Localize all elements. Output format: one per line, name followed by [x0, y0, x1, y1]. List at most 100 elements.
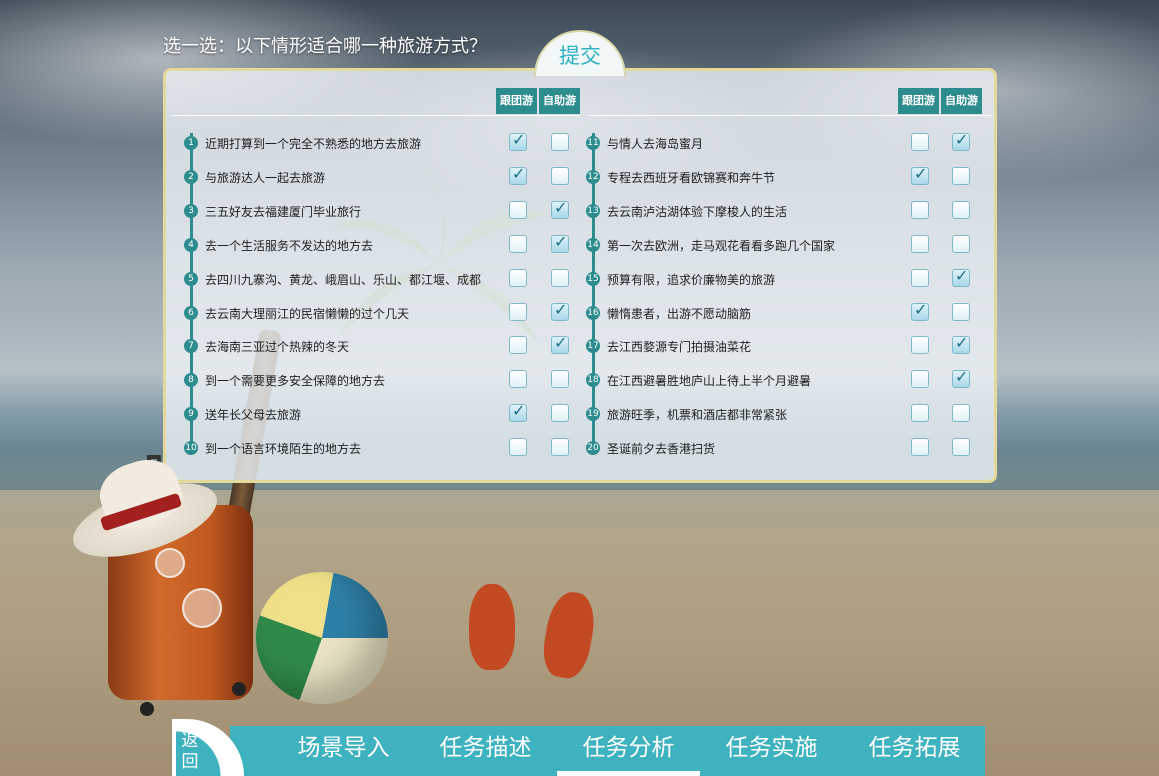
item-number: 17 — [586, 339, 600, 354]
group-tour-checkbox[interactable]: ✓ — [509, 370, 527, 389]
list-item: 7 去海南三亚过个热辣的冬天 ✓ ✓ — [166, 330, 584, 364]
item-number: 11 — [586, 136, 600, 150]
item-text: 到一个语言环境陌生的地方去 — [205, 442, 362, 457]
item-text: 懒惰患者，出游不愿动脑筋 — [607, 306, 752, 321]
item-text: 到一个需要更多安全保障的地方去 — [205, 374, 386, 389]
item-number: 9 — [184, 407, 198, 422]
item-number: 4 — [184, 237, 198, 252]
header-divider — [172, 115, 580, 116]
header-divider — [588, 115, 992, 116]
self-tour-checkbox[interactable]: ✓ — [551, 404, 569, 423]
group-tour-checkbox[interactable]: ✓ — [911, 438, 929, 457]
list-item: 18 在江西避暑胜地庐山上待上半个月避暑 ✓ ✓ — [584, 364, 1000, 398]
item-text: 旅游旺季，机票和酒店都非常紧张 — [607, 408, 788, 423]
group-tour-checkbox[interactable]: ✓ — [911, 300, 929, 321]
list-item: 5 去四川九寨沟、黄龙、峨眉山、乐山、都江堰、成都 ✓ ✓ — [166, 263, 584, 297]
item-text: 去一个生活服务不发达的地方去 — [205, 238, 374, 253]
item-number: 3 — [184, 203, 198, 218]
item-number: 13 — [586, 203, 600, 218]
check-icon: ✓ — [914, 163, 928, 183]
header-group-tour: 跟团游 — [496, 88, 537, 114]
list-item: 4 去一个生活服务不发达的地方去 ✓ ✓ — [166, 229, 584, 263]
check-icon: ✓ — [554, 299, 568, 319]
item-text: 近期打算到一个完全不熟悉的地方去旅游 — [205, 137, 422, 151]
self-tour-checkbox[interactable]: ✓ — [952, 302, 970, 321]
item-number: 19 — [586, 407, 600, 422]
suitcase-sticker — [155, 548, 185, 578]
item-text: 圣诞前夕去香港扫货 — [607, 442, 716, 457]
group-tour-checkbox[interactable]: ✓ — [509, 302, 527, 321]
list-item: 8 到一个需要更多安全保障的地方去 ✓ ✓ — [166, 364, 584, 398]
self-tour-checkbox[interactable]: ✓ — [551, 299, 569, 321]
check-icon: ✓ — [955, 130, 969, 149]
submit-button[interactable]: 提交 — [534, 30, 626, 76]
header-self-tour: 自助游 — [941, 88, 982, 114]
item-number: 12 — [586, 169, 600, 184]
list-item: 1 近期打算到一个完全不熟悉的地方去旅游 ✓ ✓ — [166, 127, 584, 161]
item-text: 去四川九寨沟、黄龙、峨眉山、乐山、都江堰、成都 — [205, 272, 482, 287]
group-tour-checkbox[interactable]: ✓ — [509, 438, 527, 457]
group-tour-checkbox[interactable]: ✓ — [911, 133, 929, 151]
self-tour-checkbox[interactable]: ✓ — [952, 404, 970, 423]
group-tour-checkbox[interactable]: ✓ — [911, 370, 929, 389]
group-tour-checkbox[interactable]: ✓ — [509, 200, 527, 219]
item-number: 14 — [586, 237, 600, 252]
group-tour-checkbox[interactable]: ✓ — [509, 131, 527, 151]
nav-task-description[interactable]: 任务描述 — [414, 726, 557, 776]
back-button-label[interactable]: 返回 — [179, 731, 201, 773]
group-tour-checkbox[interactable]: ✓ — [911, 200, 929, 219]
item-number: 20 — [586, 441, 600, 456]
self-tour-checkbox[interactable]: ✓ — [551, 166, 569, 185]
list-item: 19 旅游旺季，机票和酒店都非常紧张 ✓ ✓ — [584, 398, 1000, 432]
group-tour-checkbox[interactable]: ✓ — [911, 404, 929, 423]
list-item: 3 三五好友去福建厦门毕业旅行 ✓ ✓ — [166, 195, 584, 229]
group-tour-checkbox[interactable]: ✓ — [509, 268, 527, 287]
self-tour-checkbox[interactable]: ✓ — [952, 333, 970, 355]
item-text: 去江西婺源专门拍摄油菜花 — [607, 340, 752, 355]
list-item: 13 去云南泸沽湖体验下摩梭人的生活 ✓ ✓ — [584, 195, 1000, 229]
nav-task-extension[interactable]: 任务拓展 — [843, 726, 986, 776]
self-tour-checkbox[interactable]: ✓ — [551, 370, 569, 389]
group-tour-checkbox[interactable]: ✓ — [911, 268, 929, 287]
nav-task-analysis[interactable]: 任务分析 — [557, 726, 700, 776]
flip-flop-decoration — [469, 584, 515, 670]
quiz-panel: 跟团游 自助游 1 近期打算到一个完全不熟悉的地方去旅游 ✓ ✓ 2 与旅游达人一起去旅游… — [163, 68, 997, 483]
self-tour-checkbox[interactable]: ✓ — [551, 232, 569, 253]
self-tour-checkbox[interactable]: ✓ — [952, 438, 970, 457]
item-text: 去云南大理丽江的民宿懒懒的过个几天 — [205, 306, 410, 321]
group-tour-checkbox[interactable]: ✓ — [509, 234, 527, 253]
list-item: 17 去江西婺源专门拍摄油菜花 ✓ ✓ — [584, 330, 1000, 364]
list-item: 9 送年长父母去旅游 ✓ ✓ — [166, 398, 584, 432]
self-tour-checkbox[interactable]: ✓ — [551, 198, 569, 219]
list-item: 6 去云南大理丽江的民宿懒懒的过个几天 ✓ ✓ — [166, 297, 584, 331]
group-tour-checkbox[interactable]: ✓ — [509, 163, 527, 185]
item-text: 预算有限，追求价廉物美的旅游 — [607, 272, 776, 287]
group-tour-checkbox[interactable]: ✓ — [509, 336, 527, 355]
item-number: 8 — [184, 373, 198, 388]
group-tour-checkbox[interactable]: ✓ — [911, 336, 929, 355]
header-group-tour: 跟团游 — [898, 88, 939, 114]
group-tour-checkbox[interactable]: ✓ — [509, 402, 527, 423]
item-text: 在江西避暑胜地庐山上待上半个月避暑 — [607, 374, 812, 389]
group-tour-checkbox[interactable]: ✓ — [911, 234, 929, 253]
nav-task-implementation[interactable]: 任务实施 — [700, 726, 843, 776]
self-tour-checkbox[interactable]: ✓ — [952, 166, 970, 185]
self-tour-checkbox[interactable]: ✓ — [551, 334, 569, 355]
self-tour-checkbox[interactable]: ✓ — [952, 130, 970, 151]
item-text: 去海南三亚过个热辣的冬天 — [205, 340, 350, 355]
group-tour-checkbox[interactable]: ✓ — [911, 163, 929, 185]
check-icon: ✓ — [955, 265, 969, 285]
self-tour-checkbox[interactable]: ✓ — [952, 265, 970, 287]
self-tour-checkbox[interactable]: ✓ — [952, 234, 970, 253]
item-text: 与情人去海岛蜜月 — [607, 137, 704, 151]
self-tour-checkbox[interactable]: ✓ — [551, 133, 569, 151]
self-tour-checkbox[interactable]: ✓ — [952, 368, 970, 389]
self-tour-checkbox[interactable]: ✓ — [551, 438, 569, 457]
check-icon: ✓ — [955, 333, 969, 353]
self-tour-checkbox[interactable]: ✓ — [551, 268, 569, 287]
right-column: 跟团游 自助游 11与情人去海岛蜜月✓✓12专程去西班牙看欧锦赛和奔牛节✓✓13… — [584, 71, 1000, 480]
header-self-tour: 自助游 — [539, 88, 580, 114]
check-icon: ✓ — [512, 163, 526, 183]
nav-scene-intro[interactable]: 场景导入 — [272, 726, 415, 776]
self-tour-checkbox[interactable]: ✓ — [952, 200, 970, 219]
